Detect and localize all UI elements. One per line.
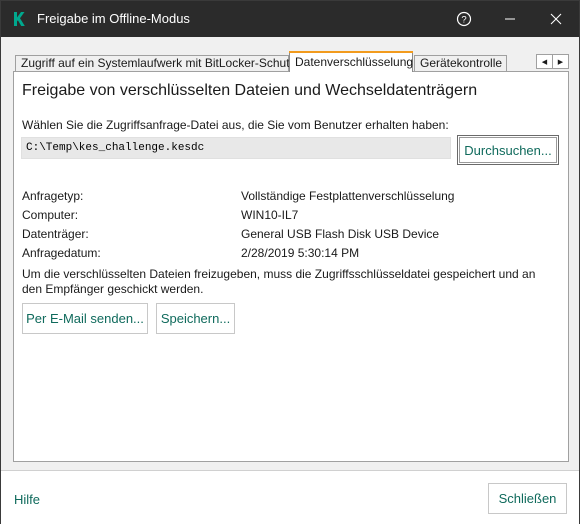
tab-scroll-right-icon[interactable]: ▶: [552, 55, 568, 68]
svg-text:?: ?: [461, 15, 466, 26]
computer-label: Computer:: [22, 208, 79, 222]
footer: Hilfe Schließen: [1, 471, 579, 524]
tab-scroll-left-icon[interactable]: ◀: [537, 55, 552, 68]
instruction-text: Wählen Sie die Zugriffsanfrage-Datei aus…: [22, 118, 449, 132]
tab-scroll-arrows: ◀ ▶: [536, 54, 569, 69]
browse-button[interactable]: Durchsuchen...: [457, 135, 559, 165]
close-icon: [550, 13, 562, 25]
request-date-label: Anfragedatum:: [22, 246, 101, 260]
close-button[interactable]: Schließen: [488, 483, 567, 514]
window-title: Freigabe im Offline-Modus: [37, 11, 190, 26]
request-type-value: Vollständige Festplattenverschlüsselung: [241, 189, 455, 203]
tab-data-encryption[interactable]: Datenverschlüsselung: [289, 51, 413, 72]
request-date-value: 2/28/2019 5:30:14 PM: [241, 246, 360, 260]
help-title-button[interactable]: ?: [441, 1, 487, 37]
tab-strip: Zugriff auf ein Systemlaufwerk mit BitLo…: [13, 51, 569, 72]
request-type-label: Anfragetyp:: [22, 189, 84, 203]
drive-label: Datenträger:: [22, 227, 89, 241]
help-link[interactable]: Hilfe: [14, 492, 40, 507]
tab-panel: Freigabe von verschlüsselten Dateien und…: [13, 71, 569, 462]
save-button[interactable]: Speichern...: [156, 303, 235, 334]
tab-device-control[interactable]: Gerätekontrolle: [414, 55, 507, 72]
minimize-icon: [505, 18, 515, 20]
page-title: Freigabe von verschlüsselten Dateien und…: [22, 82, 478, 99]
title-bar: Freigabe im Offline-Modus ?: [1, 1, 579, 37]
request-file-path-field[interactable]: C:\Temp\kes_challenge.kesdc: [21, 137, 451, 159]
drive-value: General USB Flash Disk USB Device: [241, 227, 440, 241]
help-circle-icon: ?: [456, 11, 472, 27]
instruction-note: Um die verschlüsselten Dateien freizugeb…: [22, 267, 536, 296]
send-email-button[interactable]: Per E-Mail senden...: [22, 303, 148, 334]
computer-value: WIN10-IL7: [241, 208, 299, 222]
kaspersky-logo-icon: [14, 12, 25, 26]
tab-bitlocker[interactable]: Zugriff auf ein Systemlaufwerk mit BitLo…: [15, 55, 296, 72]
dialog-window: Freigabe im Offline-Modus ? Zugriff auf …: [0, 0, 580, 524]
minimize-button[interactable]: [487, 1, 533, 37]
close-window-button[interactable]: [533, 1, 579, 37]
